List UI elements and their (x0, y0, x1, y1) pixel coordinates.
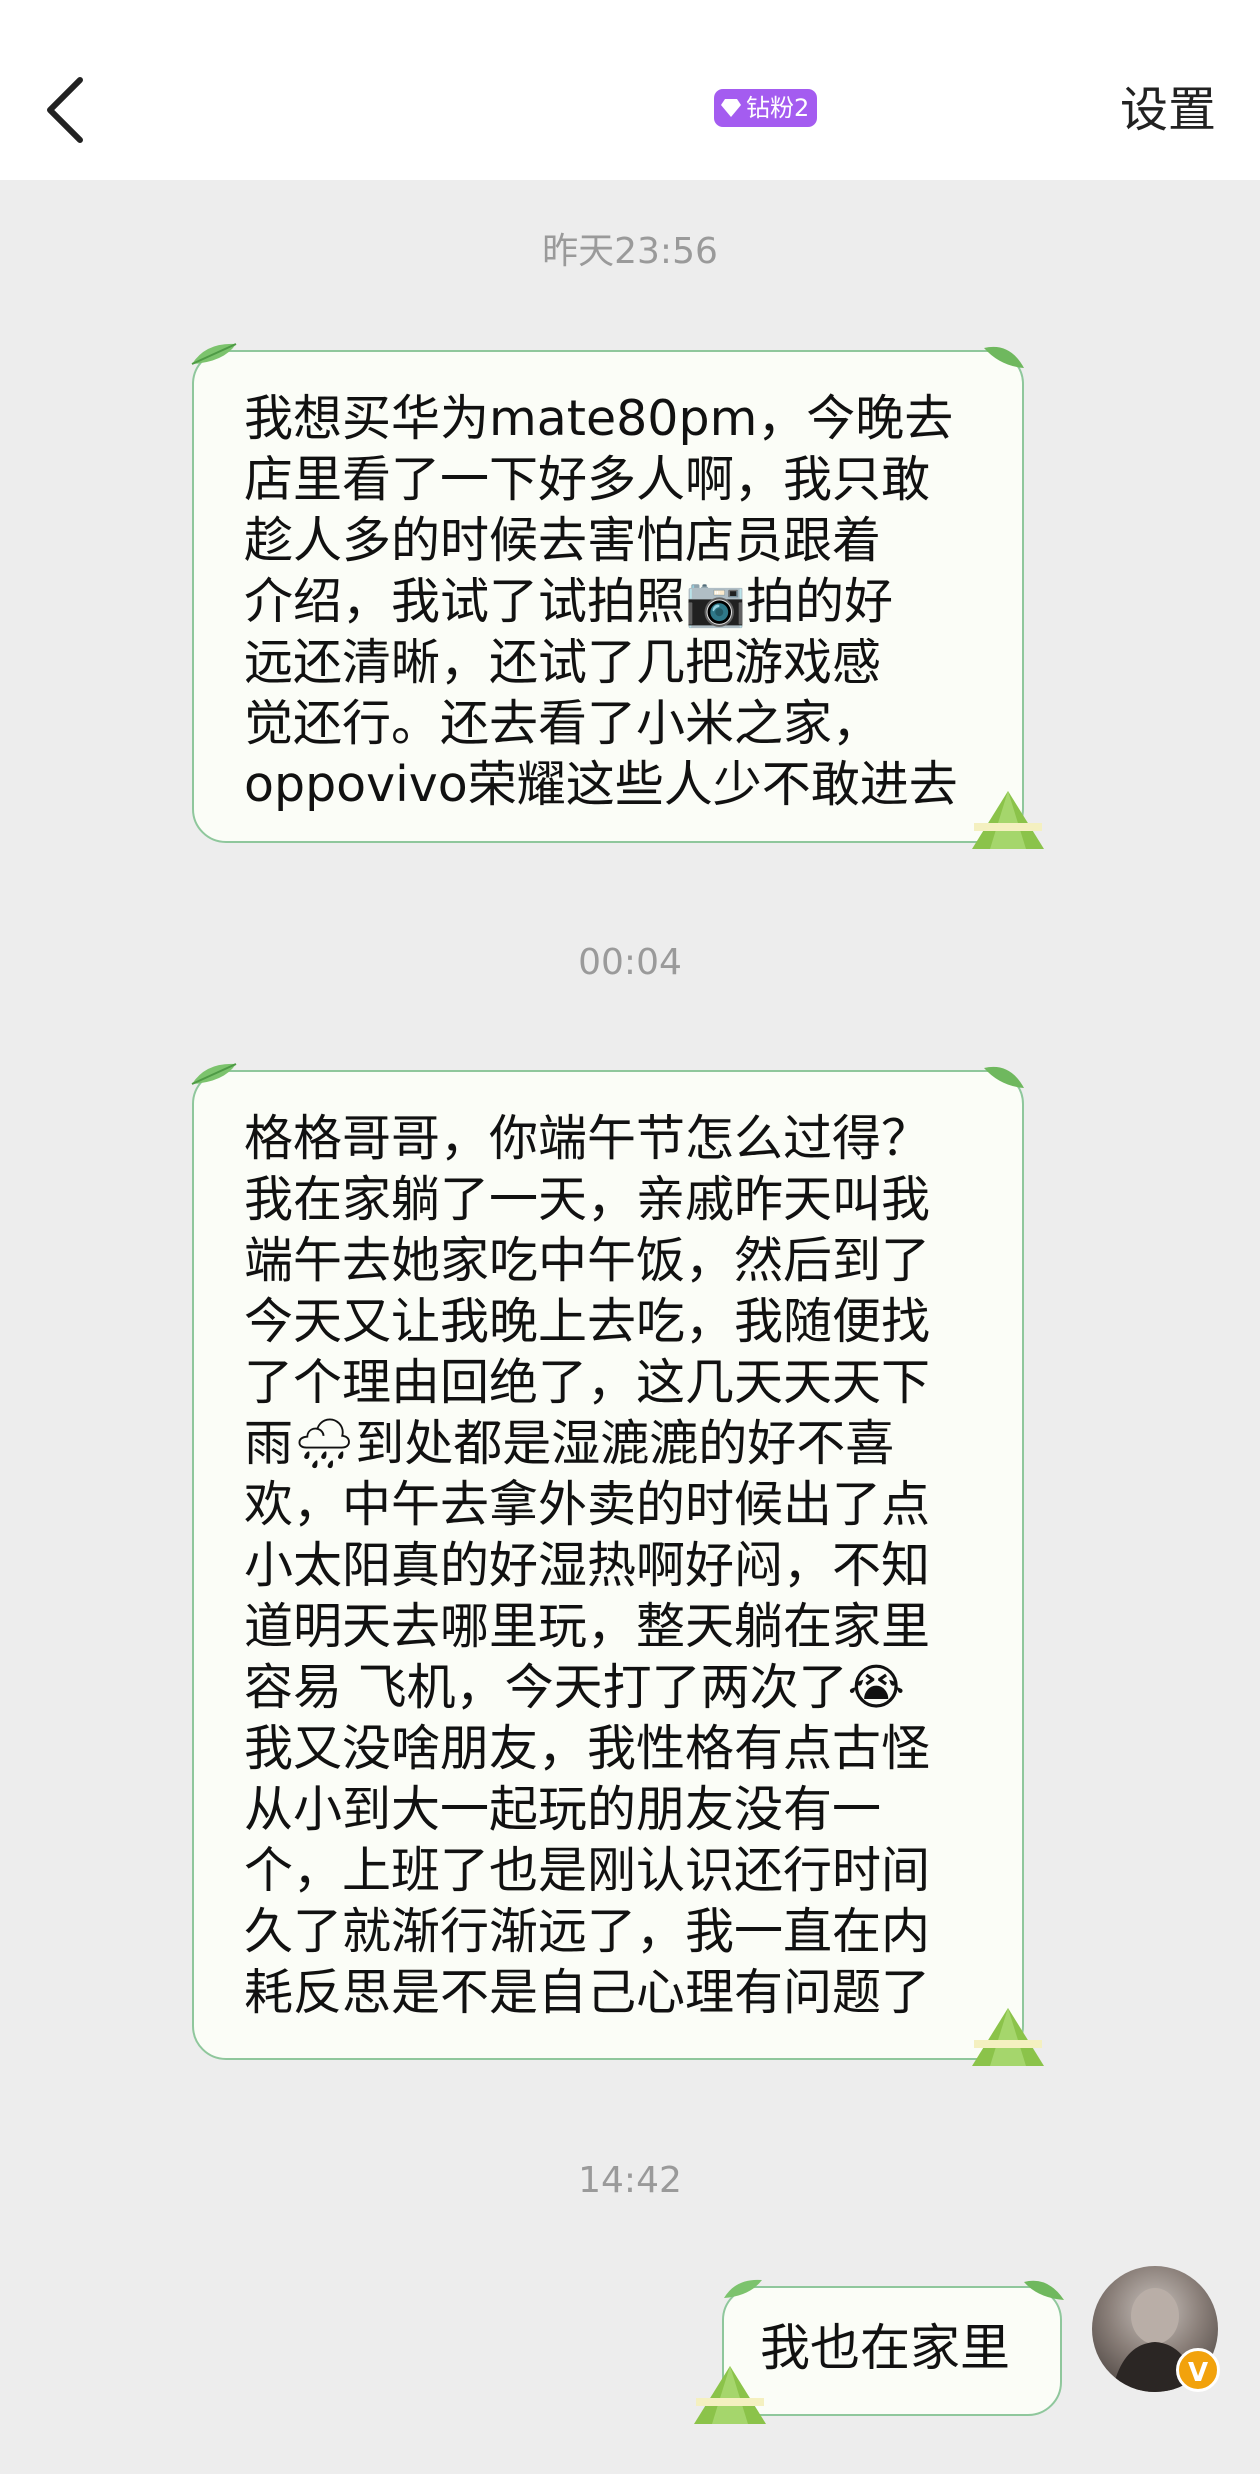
back-arrow-icon[interactable] (40, 70, 100, 150)
sent-message-bubble[interactable]: 我也在家里 (694, 2279, 1064, 2424)
leaf-decoration-icon (191, 343, 237, 365)
zongzi-icon (972, 2008, 1044, 2066)
leaf-decoration-icon (724, 2279, 762, 2298)
zongzi-icon (694, 2366, 766, 2424)
timestamp: 昨天23:56 (542, 231, 718, 272)
message-text: 我也在家里 (760, 2319, 1010, 2377)
diamond-icon (721, 99, 741, 117)
top-bar: 钻粉2 设置 (0, 0, 1260, 180)
verified-v-icon: V (1176, 2348, 1220, 2392)
leaf-decoration-icon (191, 1063, 237, 1085)
timestamp: 14:42 (578, 2160, 682, 2201)
settings-button[interactable]: 设置 (1120, 80, 1216, 140)
message-text: 格格哥哥，你端午节怎么过得？ 我在家躺了一天，亲戚昨天叫我 端午去她家吃中午饭，… (244, 1110, 931, 2021)
leaf-decoration-icon (1024, 2280, 1064, 2300)
timestamp: 00:04 (578, 942, 682, 983)
zongzi-icon (972, 791, 1044, 849)
received-message-bubble[interactable]: 格格哥哥，你端午节怎么过得？ 我在家躺了一天，亲戚昨天叫我 端午去她家吃中午饭，… (191, 1063, 1044, 2066)
leaf-decoration-icon (984, 1066, 1024, 1088)
badge-label: 钻粉2 (746, 94, 810, 122)
received-message-bubble[interactable]: 我想买华为mate80pm，今晚去 店里看了一下好多人啊，我只敢 趁人多的时候去… (191, 343, 1044, 849)
message-text: 我想买华为mate80pm，今晚去 店里看了一下好多人啊，我只敢 趁人多的时候去… (244, 390, 958, 813)
fan-level-badge: 钻粉2 (714, 89, 818, 127)
leaf-decoration-icon (984, 346, 1024, 368)
